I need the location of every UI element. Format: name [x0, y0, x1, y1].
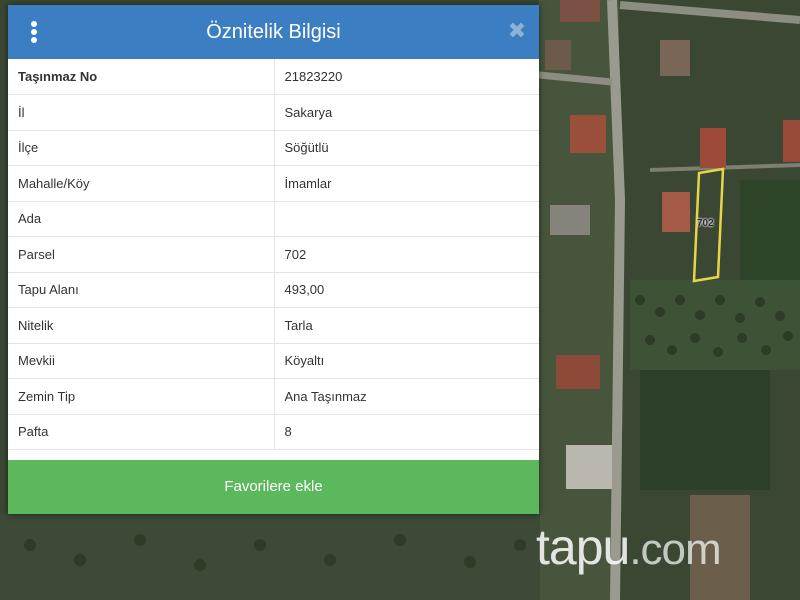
attribute-value [274, 201, 539, 237]
table-row: Ada [8, 201, 539, 237]
panel-header: Öznitelik Bilgisi ✖ [8, 5, 539, 59]
attribute-value: 702 [274, 236, 539, 273]
attribute-key: İlçe [8, 130, 275, 166]
attribute-value: 21823220 [274, 59, 539, 95]
add-to-favorites-button[interactable]: Favorilere ekle [8, 460, 539, 514]
parcel-number-label: 702 [697, 218, 714, 229]
table-row: İl Sakarya [8, 94, 539, 131]
attribute-value: Köyaltı [274, 343, 539, 379]
attribute-value: Ana Taşınmaz [274, 378, 539, 415]
attribute-key: İl [8, 94, 275, 131]
attribute-key: Pafta [8, 414, 275, 450]
attribute-value: Söğütlü [274, 130, 539, 166]
attribute-info-panel: Öznitelik Bilgisi ✖ Taşınmaz No 21823220 İ… [8, 5, 539, 514]
attribute-key: Mahalle/Köy [8, 165, 275, 202]
attribute-key: Taşınmaz No [8, 59, 275, 95]
attribute-key: Nitelik [8, 307, 275, 344]
attribute-value: İmamlar [274, 165, 539, 202]
attribute-key: Parsel [8, 236, 275, 273]
watermark-suffix: .com [629, 525, 721, 574]
attribute-key: Tapu Alanı [8, 272, 275, 308]
tapu-watermark: tapu.com [536, 518, 722, 576]
table-row: Nitelik Tarla [8, 307, 539, 344]
table-row: Pafta 8 [8, 414, 539, 450]
table-row: Mevkii Köyaltı [8, 343, 539, 379]
attribute-key: Zemin Tip [8, 378, 275, 415]
attribute-table: Taşınmaz No 21823220 İl Sakarya İlçe Söğütlü M… [8, 59, 539, 450]
close-icon[interactable]: ✖ [507, 20, 527, 42]
table-row: Tapu Alanı 493,00 [8, 272, 539, 308]
table-row: Mahalle/Köy İmamlar [8, 165, 539, 202]
attribute-value: 8 [274, 414, 539, 450]
panel-title: Öznitelik Bilgisi [206, 21, 341, 43]
attribute-value: Tarla [274, 307, 539, 344]
table-row: Parsel 702 [8, 236, 539, 273]
attribute-value: 493,00 [274, 272, 539, 308]
vertical-dots-icon[interactable] [26, 19, 42, 45]
attribute-key: Ada [8, 201, 275, 237]
attribute-key: Mevkii [8, 343, 275, 379]
watermark-brand: tapu [536, 519, 630, 575]
table-row: Taşınmaz No 21823220 [8, 59, 539, 95]
attribute-value: Sakarya [274, 94, 539, 131]
table-row: İlçe Söğütlü [8, 130, 539, 166]
table-row: Zemin Tip Ana Taşınmaz [8, 378, 539, 415]
